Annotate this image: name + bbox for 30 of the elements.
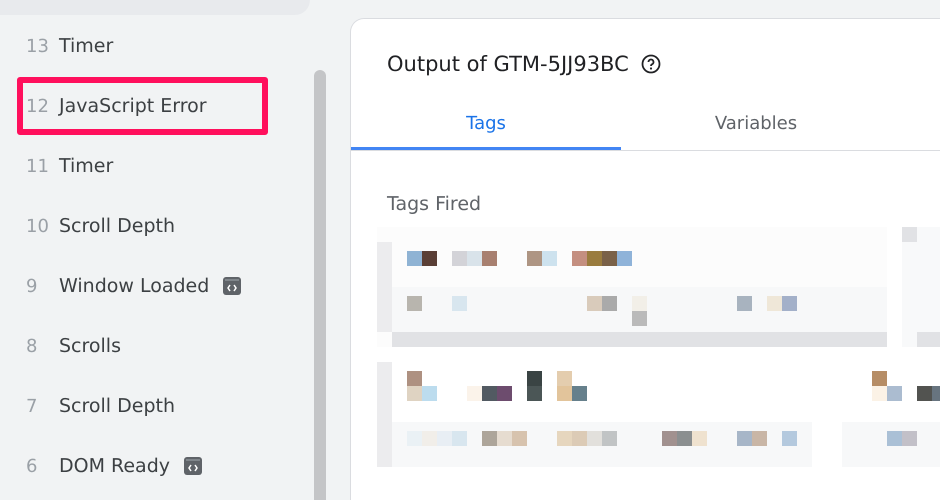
scrollbar[interactable] bbox=[314, 70, 326, 500]
event-number: 13 bbox=[26, 36, 50, 56]
event-item[interactable]: 8 Scrolls bbox=[17, 317, 268, 375]
event-item[interactable]: 7 Scroll Depth bbox=[17, 377, 268, 435]
event-number: 11 bbox=[26, 156, 50, 176]
event-label: DOM Ready bbox=[59, 455, 170, 477]
event-number: 10 bbox=[26, 216, 50, 236]
tab[interactable]: Variables bbox=[621, 100, 891, 150]
event-label: Timer bbox=[59, 155, 114, 177]
event-number: 9 bbox=[26, 276, 38, 296]
event-number: 12 bbox=[26, 96, 50, 116]
tab[interactable]: Tags bbox=[351, 100, 621, 150]
event-item[interactable]: 9 Window Loaded bbox=[17, 257, 268, 315]
event-item[interactable]: 13 Timer bbox=[17, 17, 268, 75]
event-item[interactable]: 12 JavaScript Error bbox=[17, 77, 268, 135]
event-label: Scroll Depth bbox=[59, 215, 175, 237]
event-label: Scroll Depth bbox=[59, 395, 175, 417]
event-number: 6 bbox=[26, 456, 38, 476]
event-label: Scrolls bbox=[59, 335, 121, 357]
event-item[interactable]: 10 Scroll Depth bbox=[17, 197, 268, 255]
event-number: 8 bbox=[26, 336, 38, 356]
event-label: Timer bbox=[59, 35, 114, 57]
event-item[interactable]: 6 DOM Ready bbox=[17, 437, 268, 495]
event-label: Window Loaded bbox=[59, 275, 210, 297]
output-title: Output of GTM-5JJ93BC bbox=[387, 52, 629, 76]
event-item[interactable]: 11 Timer bbox=[17, 137, 268, 195]
help-icon[interactable] bbox=[640, 54, 661, 74]
event-number: 7 bbox=[26, 396, 38, 416]
event-label: JavaScript Error bbox=[59, 95, 207, 117]
section-title: Tags Fired bbox=[386, 192, 482, 215]
